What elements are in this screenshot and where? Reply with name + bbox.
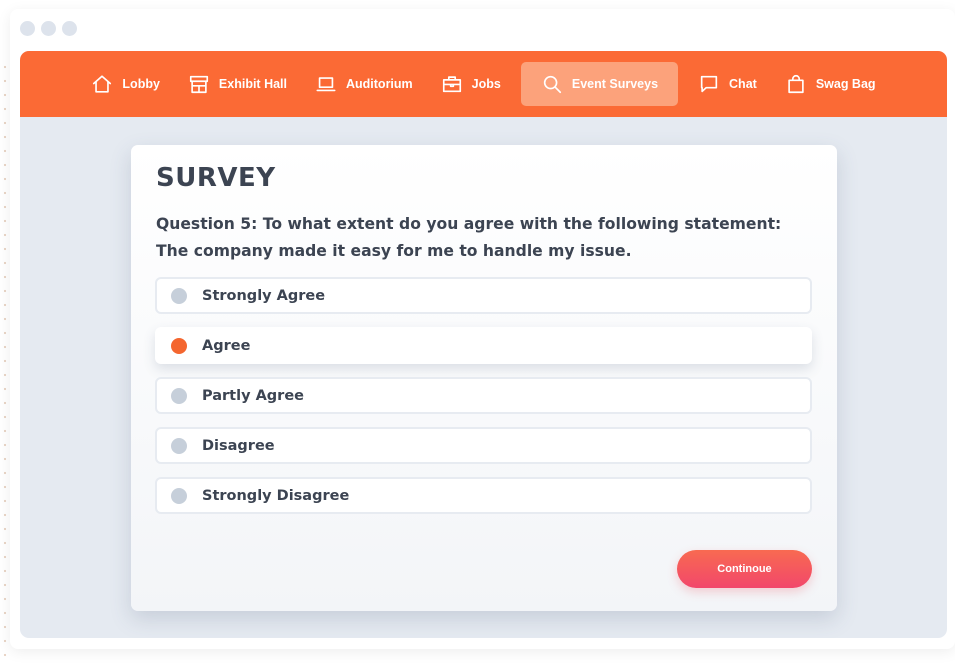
- option-strongly-disagree[interactable]: Strongly Disagree: [155, 477, 812, 514]
- nav-item-label: Chat: [729, 77, 757, 91]
- chat-bubble-icon: [700, 75, 718, 93]
- storefront-icon: [189, 75, 208, 94]
- nav-item-lobby[interactable]: Lobby: [77, 62, 174, 106]
- home-icon: [93, 75, 112, 93]
- window-control-maximize[interactable]: [62, 21, 77, 36]
- shopping-bag-icon: [788, 75, 804, 94]
- laptop-icon: [316, 77, 336, 92]
- radio-button[interactable]: [171, 387, 187, 404]
- nav-item-auditorium[interactable]: Auditorium: [301, 62, 427, 106]
- option-label: Agree: [202, 337, 251, 354]
- option-label: Strongly Disagree: [202, 487, 350, 504]
- survey-title: SURVEY: [156, 163, 276, 193]
- top-navigation: Lobby Exhibit Hall Auditorium Jobs Event…: [20, 51, 947, 117]
- nav-item-swag-bag[interactable]: Swag Bag: [771, 62, 890, 106]
- window-control-minimize[interactable]: [41, 21, 56, 36]
- nav-item-chat[interactable]: Chat: [684, 62, 771, 106]
- radio-button-selected[interactable]: [171, 337, 187, 354]
- answer-options: Strongly Agree Agree Partly Agree Disagr…: [155, 277, 812, 527]
- browser-window: Lobby Exhibit Hall Auditorium Jobs Event…: [10, 9, 955, 649]
- nav-item-event-surveys[interactable]: Event Surveys: [520, 62, 679, 106]
- nav-item-label: Auditorium: [346, 77, 413, 91]
- radio-button[interactable]: [171, 287, 187, 304]
- nav-item-exhibit-hall[interactable]: Exhibit Hall: [174, 62, 301, 106]
- radio-button[interactable]: [171, 437, 187, 454]
- window-control-close[interactable]: [20, 21, 35, 36]
- event-app: Lobby Exhibit Hall Auditorium Jobs Event…: [20, 51, 947, 638]
- nav-item-label: Lobby: [122, 77, 160, 91]
- survey-card: SURVEY Question 5: To what extent do you…: [131, 145, 837, 611]
- option-label: Strongly Agree: [202, 287, 326, 304]
- option-agree[interactable]: Agree: [155, 327, 812, 364]
- radio-button[interactable]: [171, 487, 187, 504]
- option-disagree[interactable]: Disagree: [155, 427, 812, 464]
- briefcase-icon: [442, 76, 461, 93]
- nav-item-label: Jobs: [471, 77, 501, 91]
- search-icon: [543, 75, 561, 94]
- continue-button[interactable]: Continoue: [677, 550, 812, 588]
- nav-item-label: Swag Bag: [815, 77, 876, 91]
- nav-item-label: Exhibit Hall: [218, 77, 287, 91]
- nav-item-jobs[interactable]: Jobs: [427, 62, 515, 106]
- window-controls: [20, 21, 77, 36]
- option-label: Partly Agree: [202, 387, 304, 404]
- survey-question: Question 5: To what extent do you agree …: [156, 215, 782, 260]
- option-label: Disagree: [202, 437, 275, 454]
- option-strongly-agree[interactable]: Strongly Agree: [155, 277, 812, 314]
- option-partly-agree[interactable]: Partly Agree: [155, 377, 812, 414]
- nav-item-label: Event Surveys: [571, 77, 659, 91]
